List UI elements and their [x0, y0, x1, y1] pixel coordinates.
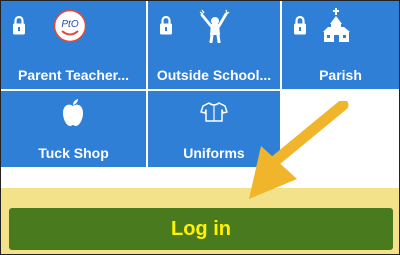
app-frame: PtO Parent Teacher... Outside School... …	[0, 0, 400, 255]
login-button-label: Log in	[171, 217, 231, 240]
tile-outside-school[interactable]: Outside School...	[148, 1, 280, 89]
shirt-icon	[200, 101, 228, 123]
tile-label: Parish	[319, 67, 362, 83]
tile-label: Tuck Shop	[38, 145, 109, 161]
tile-parent-teacher[interactable]: PtO Parent Teacher...	[1, 1, 146, 89]
pto-logo-text: PtO	[61, 19, 78, 30]
waving-child-icon	[198, 9, 230, 43]
lock-icon	[294, 15, 306, 35]
lock-icon	[160, 15, 172, 35]
tile-label: Parent Teacher...	[17, 67, 129, 83]
lock-icon	[13, 15, 25, 35]
church-icon	[322, 7, 352, 43]
tile-tuck-shop[interactable]: Tuck Shop	[1, 91, 146, 167]
tile-label: Outside School...	[156, 67, 272, 83]
apple-icon	[61, 99, 85, 127]
arrow-pointer-icon	[249, 101, 349, 199]
pto-smiley-icon: PtO	[53, 9, 87, 43]
login-button[interactable]: Log in	[9, 208, 393, 250]
tile-parish[interactable]: Parish	[282, 1, 399, 89]
